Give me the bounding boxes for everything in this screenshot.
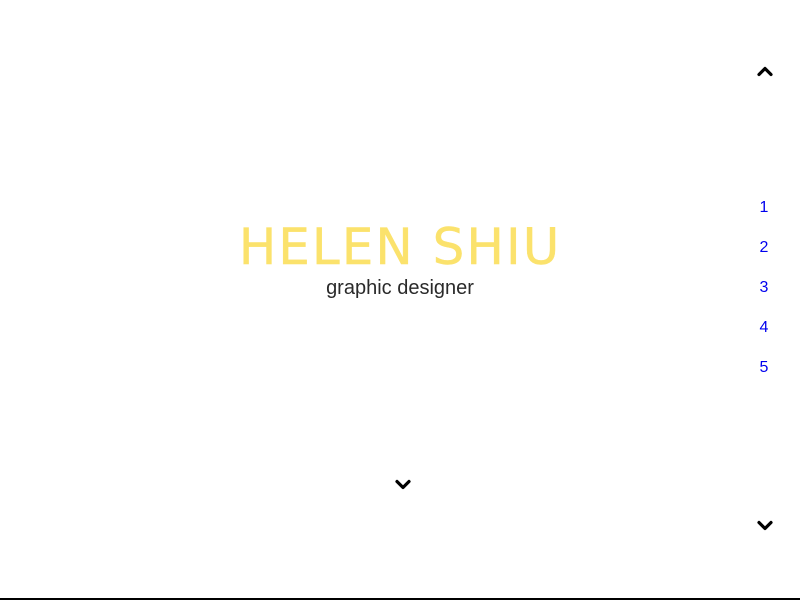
section-link-2[interactable]: 2 [744, 236, 784, 276]
chevron-up-icon [757, 66, 773, 77]
page-subtitle: graphic designer [326, 277, 474, 299]
page-title: HELEN SHIU [238, 218, 562, 276]
section-link-1[interactable]: 1 [744, 196, 784, 236]
chevron-down-icon [757, 520, 773, 531]
section-link-5[interactable]: 5 [744, 356, 784, 396]
scroll-down-button[interactable] [395, 479, 411, 491]
section-link-4[interactable]: 4 [744, 316, 784, 356]
section-pagination: 1 2 3 4 5 [744, 196, 784, 396]
previous-section-button[interactable] [757, 65, 773, 77]
next-section-button[interactable] [757, 520, 773, 532]
chevron-down-icon [395, 479, 411, 490]
section-link-3[interactable]: 3 [744, 276, 784, 316]
